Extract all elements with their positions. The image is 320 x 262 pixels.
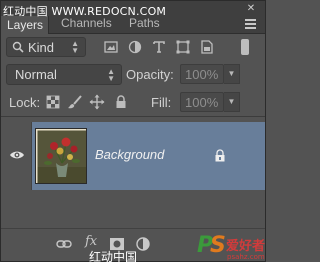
lock-image-pixels-brush-icon[interactable] [67, 94, 83, 110]
lock-all-icon[interactable] [113, 94, 129, 110]
svg-text:S: S [210, 233, 226, 258]
adjustment-filter-icon[interactable] [127, 39, 143, 55]
layers-panel: Layers Channels Paths ✕ 红动中国 WWW.REDOCN.… [0, 0, 266, 262]
tab-channels[interactable]: Channels [61, 16, 112, 34]
lock-label: Lock: [9, 95, 41, 110]
watermark-bottom: 红动中国 [89, 250, 138, 262]
panel-menu-icon[interactable] [241, 17, 259, 31]
lock-transparent-pixels-icon[interactable] [45, 94, 61, 110]
filter-kind-label: Kind [28, 40, 55, 55]
layers-list: Background [1, 116, 265, 228]
eye-icon[interactable] [9, 150, 25, 160]
tab-layers[interactable]: Layers [1, 16, 49, 34]
lock-position-move-icon[interactable] [89, 94, 105, 110]
watermark-top: 红动中国 WWW.REDOCN.COM [3, 5, 167, 18]
svg-text:爱好者: 爱好者 [226, 238, 265, 254]
svg-text:psahz.com: psahz.com [227, 253, 265, 261]
type-filter-icon[interactable] [151, 39, 167, 55]
close-panel-icon[interactable]: ✕ [244, 3, 258, 15]
shape-filter-icon[interactable] [175, 39, 191, 55]
layer-selected-highlight[interactable]: Background [32, 122, 265, 190]
smart-object-filter-icon[interactable] [199, 39, 215, 55]
filter-row: Kind ▲ ▼ [1, 35, 265, 59]
opacity-input[interactable]: 100% [180, 64, 224, 84]
lock-row: Lock: Fill: 100% ▼ [1, 89, 265, 115]
search-icon [12, 41, 24, 53]
opacity-label: Opacity: [126, 67, 174, 82]
blend-row: Normal ▲ ▼ Opacity: 100% ▼ [1, 61, 265, 87]
link-layers-icon[interactable] [56, 236, 72, 252]
layer-thumbnail [35, 128, 87, 184]
pixel-filter-icon[interactable] [103, 39, 119, 55]
fill-label: Fill: [151, 95, 172, 110]
ps-logo-watermark: P S 爱好者 psahz.com [197, 230, 265, 261]
fx-layer-style-icon[interactable]: fx [85, 234, 97, 249]
filter-kind-select[interactable]: Kind ▲ ▼ [6, 37, 86, 57]
layer-lock-icon [215, 149, 225, 162]
blend-mode-value: Normal [15, 67, 57, 82]
filter-toggle-switch[interactable] [241, 39, 249, 55]
fill-dropdown-icon[interactable]: ▼ [224, 92, 240, 112]
blend-mode-select[interactable]: Normal ▲ ▼ [6, 64, 122, 85]
visibility-cell[interactable] [1, 122, 32, 190]
flower-vase-thumbnail-image [36, 129, 86, 183]
tab-paths[interactable]: Paths [129, 16, 160, 34]
ps-logo-image: P S 爱好者 psahz.com [197, 233, 265, 261]
opacity-dropdown-icon[interactable]: ▼ [224, 64, 240, 84]
layer-row[interactable]: Background [1, 122, 265, 190]
fill-input[interactable]: 100% [180, 92, 224, 112]
new-adjustment-layer-icon[interactable] [135, 236, 151, 252]
layer-name[interactable]: Background [95, 147, 164, 162]
chevron-updown-icon: ▲ ▼ [107, 67, 115, 83]
chevron-updown-icon: ▲ ▼ [71, 39, 79, 55]
